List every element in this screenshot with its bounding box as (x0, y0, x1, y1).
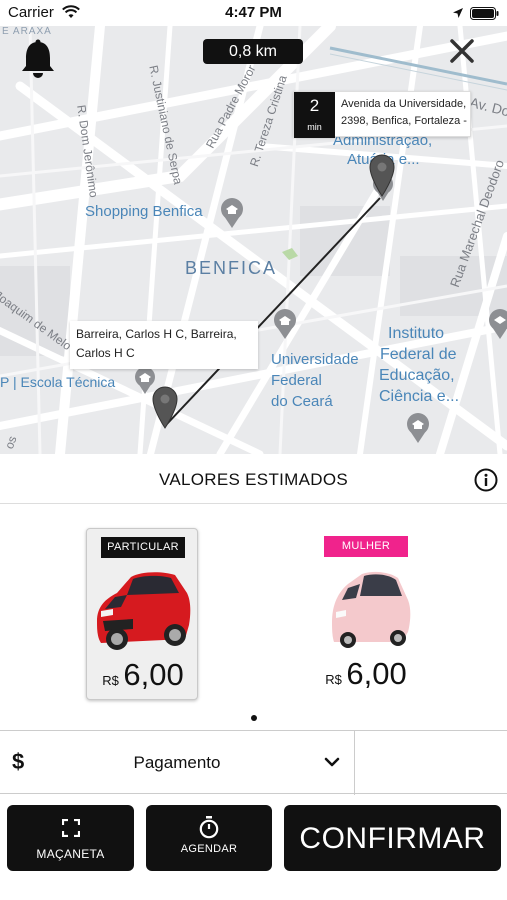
vehicle-category-badge: MULHER (324, 536, 408, 557)
poi-label-school: P | Escola Técnica (0, 374, 116, 390)
price-value: 6,00 (346, 656, 407, 691)
vehicle-option-mulher[interactable]: MULHER R$ 6,00 (310, 528, 422, 700)
bell-icon[interactable] (20, 38, 56, 85)
page-indicator-dot[interactable] (251, 715, 257, 721)
poi-label-university: Federal (271, 372, 322, 389)
vehicle-category-badge: PARTICULAR (101, 537, 185, 558)
vehicle-options: PARTICULAR R$ 6,00 MULHER R$ 6,00 (0, 504, 507, 730)
vehicle-option-particular[interactable]: PARTICULAR R$ 6,00 (86, 528, 198, 700)
eta-value: 2 (309, 96, 320, 115)
info-icon[interactable] (474, 468, 498, 497)
expand-icon (61, 818, 80, 842)
battery-icon (470, 7, 500, 25)
poi-label-institute: Federal de (380, 346, 457, 363)
poi-label-university: do Ceará (271, 393, 333, 410)
clock: 4:47 PM (225, 4, 282, 21)
poi-label-institute: Instituto (388, 325, 445, 342)
route-map[interactable]: E ARAXÁ R. Dom Jerônimo R. Justiniano de… (0, 26, 507, 454)
divider (354, 731, 355, 795)
origin-address: Barreira, Carlos H C, Barreira, Carlos H… (76, 327, 237, 360)
district-label: BENFICA (185, 258, 278, 278)
eta-unit: min (307, 122, 322, 132)
price-value: 6,00 (123, 657, 184, 692)
location-arrow-icon (452, 6, 464, 24)
estimates-header: VALORES ESTIMADOS (0, 454, 507, 504)
pink-car-image (332, 571, 411, 648)
price-display: R$ 6,00 (310, 656, 422, 692)
price-display: R$ 6,00 (87, 657, 199, 693)
confirm-button[interactable]: CONFIRMAR (284, 805, 501, 871)
status-bar: Carrier 4:47 PM (0, 0, 507, 26)
schedule-button[interactable]: AGENDAR (146, 805, 272, 871)
map-label: E ARAXÁ (2, 26, 52, 37)
origin-pin-icon[interactable] (151, 384, 179, 430)
door-handle-button[interactable]: MAÇANETA (7, 805, 134, 871)
distance-badge: 0,8 km (203, 39, 303, 64)
estimates-title: VALORES ESTIMADOS (159, 470, 348, 489)
destination-pin-icon[interactable] (368, 152, 396, 198)
currency-label: R$ (325, 672, 342, 687)
poi-label-institute: Educação, (379, 367, 455, 384)
poi-label-shopping: Shopping Benfica (85, 203, 203, 220)
destination-callout[interactable]: 2 min Avenida da Universidade, 2398, Ben… (293, 91, 471, 138)
red-car-image (97, 572, 191, 650)
door-handle-label: MAÇANETA (36, 847, 105, 861)
schedule-label: AGENDAR (180, 843, 238, 855)
payment-selector[interactable]: $ Pagamento (0, 730, 507, 795)
confirm-label: CONFIRMAR (299, 822, 486, 855)
destination-address: Avenida da Universidade, 2398, Benfica, … (341, 98, 467, 127)
poi-label-university: Universidade (271, 351, 359, 368)
payment-label: Pagamento (133, 753, 221, 772)
stopwatch-icon (198, 815, 220, 844)
chevron-down-icon[interactable] (324, 755, 340, 773)
origin-callout[interactable]: Barreira, Carlos H C, Barreira, Carlos H… (70, 321, 258, 369)
poi-label-institute: Ciência e... (379, 388, 460, 405)
eta-badge: 2 min (294, 92, 335, 138)
close-icon[interactable] (447, 36, 477, 66)
currency-label: R$ (102, 673, 119, 688)
